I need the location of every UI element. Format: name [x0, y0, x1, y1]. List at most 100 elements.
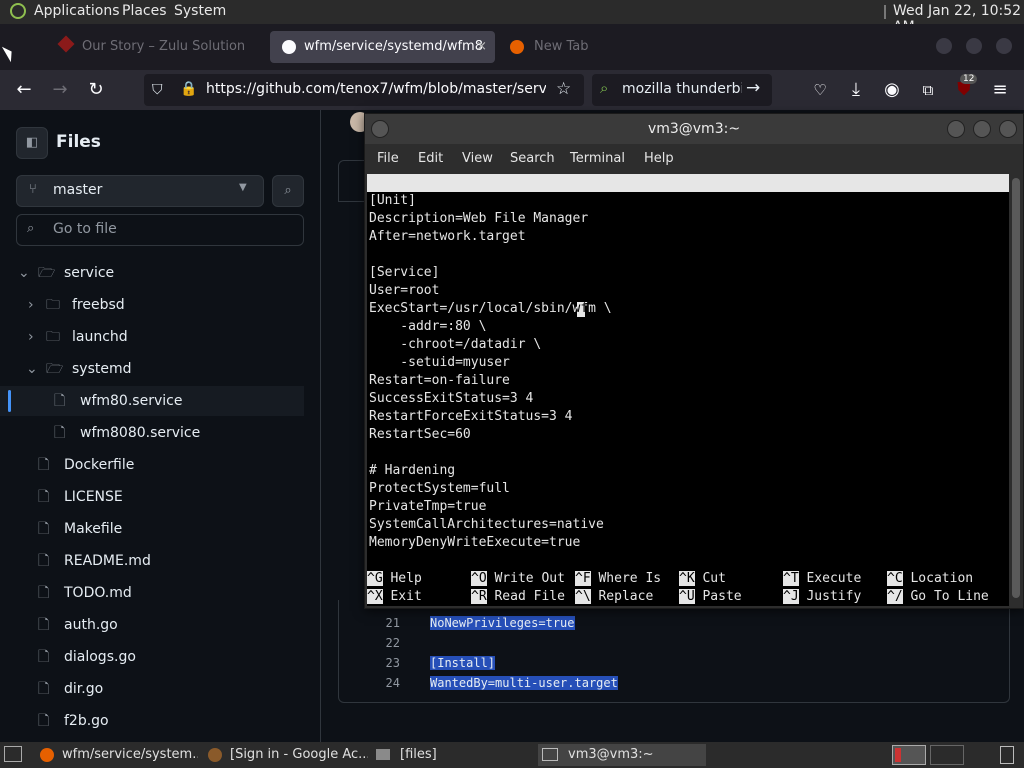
shortcut-paste[interactable]: ^U Paste: [679, 588, 742, 606]
nano-editor[interactable]: GNU nano 8.3 /home/vm3/Desktop/wfm.servi…: [367, 174, 1009, 606]
shortcut-help[interactable]: ^G Help: [367, 570, 422, 588]
shortcut-read-file[interactable]: ^R Read File: [471, 588, 565, 606]
task-files[interactable]: [files]: [372, 744, 532, 766]
text-line[interactable]: SystemCallArchitectures=native: [369, 516, 604, 534]
workspace-switcher-icon[interactable]: [892, 745, 926, 765]
menu-view[interactable]: View: [462, 151, 493, 166]
code-line[interactable]: NoNewPrivileges=true: [430, 616, 575, 630]
shortcut-replace[interactable]: ^\ Replace: [575, 588, 653, 606]
shortcut-execute[interactable]: ^T Execute: [783, 570, 861, 588]
shield-icon[interactable]: ⛉: [152, 82, 163, 98]
text-line[interactable]: ExecStart=/usr/local/sbin/wfm \: [369, 300, 612, 318]
close-tab-icon[interactable]: ×: [476, 31, 487, 63]
text-line[interactable]: SuccessExitStatus=3 4: [369, 390, 533, 408]
download-icon[interactable]: ⤓: [844, 78, 868, 102]
reload-icon[interactable]: ↻: [84, 78, 108, 102]
minimize-window-icon[interactable]: [947, 120, 965, 138]
text-line[interactable]: -setuid=myuser: [369, 354, 510, 372]
text-line[interactable]: PrivateTmp=true: [369, 498, 486, 516]
code-line[interactable]: [Install]: [430, 656, 496, 670]
shortcut-justify[interactable]: ^J Justify: [783, 588, 861, 606]
scrollbar-thumb[interactable]: [1012, 178, 1020, 598]
text-line[interactable]: MemoryDenyWriteExecute=true: [369, 534, 580, 552]
maximize-window-icon[interactable]: [966, 38, 982, 54]
tree-item-dockerfile[interactable]: 🗋 Dockerfile: [0, 450, 304, 480]
back-arrow-icon[interactable]: ←: [12, 78, 36, 102]
text-line[interactable]: ProtectSystem=full: [369, 480, 510, 498]
places-menu[interactable]: Places: [122, 3, 167, 19]
go-to-file-input[interactable]: ⌕ Go to file: [16, 214, 304, 246]
text-line[interactable]: RestartSec=60: [369, 426, 471, 444]
tree-item-wfm8080-service[interactable]: 🗋 wfm8080.service: [0, 418, 304, 448]
shortcut-location[interactable]: ^C Location: [887, 570, 973, 588]
tree-item-auth-go[interactable]: 🗋 auth.go: [0, 610, 304, 640]
terminal-scrollbar[interactable]: [1011, 174, 1021, 606]
trash-icon[interactable]: [1000, 746, 1014, 764]
tree-item-freebsd[interactable]: › 🗀 freebsd: [0, 290, 304, 320]
tree-item-launchd[interactable]: › 🗀 launchd: [0, 322, 304, 352]
tree-item-makefile[interactable]: 🗋 Makefile: [0, 514, 304, 544]
tree-item-license[interactable]: 🗋 LICENSE: [0, 482, 304, 512]
text-line[interactable]: RestartForceExitStatus=3 4: [369, 408, 573, 426]
url-bar[interactable]: ⛉ 🔒 https://github.com/tenox7/wfm/blob/m…: [144, 74, 584, 106]
menu-search[interactable]: Search: [510, 151, 555, 166]
tree-item-dir-go[interactable]: 🗋 dir.go: [0, 674, 304, 704]
tree-item-todo[interactable]: 🗋 TODO.md: [0, 578, 304, 608]
distro-logo-icon[interactable]: [10, 3, 26, 19]
shortcut-go-to-line[interactable]: ^/ Go To Line: [887, 588, 989, 606]
task-terminal[interactable]: vm3@vm3:~: [538, 744, 706, 766]
forward-arrow-icon[interactable]: →: [48, 78, 72, 102]
text-line[interactable]: Restart=on-failure: [369, 372, 510, 390]
close-window-icon[interactable]: [996, 38, 1012, 54]
show-desktop-icon[interactable]: [4, 746, 22, 762]
maximize-window-icon[interactable]: [973, 120, 991, 138]
close-window-icon[interactable]: [999, 120, 1017, 138]
menu-help[interactable]: Help: [644, 151, 674, 166]
system-menu[interactable]: System: [174, 3, 226, 19]
bookmark-star-icon[interactable]: ☆: [556, 79, 571, 99]
terminal-titlebar[interactable]: vm3@vm3:~: [365, 114, 1023, 144]
task-firefox-google[interactable]: [Sign in - Google Ac...: [204, 744, 368, 766]
branch-selector[interactable]: ⑂ master ▼: [16, 175, 264, 207]
go-arrow-icon[interactable]: →: [746, 78, 760, 98]
tree-item-wfm80-service[interactable]: 🗋 wfm80.service: [0, 386, 304, 416]
text-line[interactable]: -addr=:80 \: [369, 318, 486, 336]
url-text[interactable]: https://github.com/tenox7/wfm/blob/maste…: [206, 81, 546, 97]
text-line[interactable]: Description=Web File Manager: [369, 210, 588, 228]
shortcut-write-out[interactable]: ^O Write Out: [471, 570, 565, 588]
menu-hamburger-icon[interactable]: ≡: [988, 78, 1012, 102]
minimize-window-icon[interactable]: [936, 38, 952, 54]
menu-file[interactable]: File: [377, 151, 399, 166]
tab-our-story[interactable]: Our Story – Zulu Solution: [52, 31, 252, 63]
tree-item-f2b-go[interactable]: 🗋 f2b.go: [0, 706, 304, 736]
applications-menu[interactable]: Applications: [34, 3, 120, 19]
tree-item-systemd[interactable]: ⌄ 🗁 systemd: [0, 354, 304, 384]
text-line[interactable]: [Unit]: [369, 192, 416, 210]
terminal-menu-icon[interactable]: [371, 120, 389, 138]
text-line[interactable]: [Service]: [369, 264, 439, 282]
extensions-icon[interactable]: ⧉: [916, 78, 940, 102]
lock-icon[interactable]: 🔒: [180, 81, 197, 97]
task-firefox-github[interactable]: wfm/service/system...: [36, 744, 198, 766]
workspace-2-icon[interactable]: [930, 745, 964, 765]
text-line[interactable]: User=root: [369, 282, 439, 300]
tree-item-dialogs-go[interactable]: 🗋 dialogs.go: [0, 642, 304, 672]
code-line[interactable]: WantedBy=multi-user.target: [430, 676, 618, 690]
pocket-icon[interactable]: ♡: [808, 78, 832, 102]
menu-terminal[interactable]: Terminal: [570, 151, 625, 166]
search-box[interactable]: ⌕ mozilla thunderbird →: [592, 74, 772, 106]
text-line[interactable]: -chroot=/datadir \: [369, 336, 541, 354]
account-icon[interactable]: ◉: [880, 78, 904, 102]
tab-wfm-systemd[interactable]: wfm/service/systemd/wfm8 ×: [270, 31, 495, 63]
shortcut-exit[interactable]: ^X Exit: [367, 588, 422, 606]
menu-edit[interactable]: Edit: [418, 151, 443, 166]
terminal-window[interactable]: vm3@vm3:~ File Edit View Search Terminal…: [364, 113, 1024, 609]
search-text[interactable]: mozilla thunderbird: [622, 81, 742, 97]
tree-item-readme[interactable]: 🗋 README.md: [0, 546, 304, 576]
collapse-sidebar-icon[interactable]: ◧: [16, 127, 48, 159]
text-line[interactable]: # Hardening: [369, 462, 455, 480]
search-files-button[interactable]: ⌕: [272, 175, 304, 207]
shortcut-where-is[interactable]: ^F Where Is: [575, 570, 661, 588]
shortcut-cut[interactable]: ^K Cut: [679, 570, 726, 588]
text-line[interactable]: After=network.target: [369, 228, 526, 246]
